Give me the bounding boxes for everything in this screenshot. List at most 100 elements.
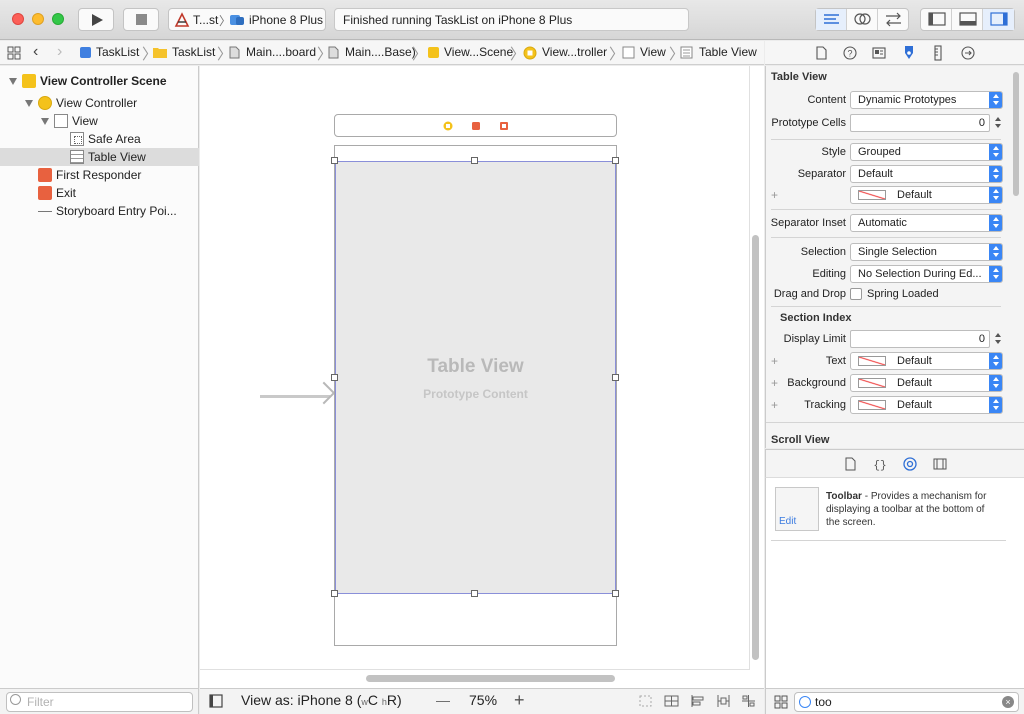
file-inspector-icon[interactable] xyxy=(813,45,829,61)
version-editor-button[interactable] xyxy=(878,9,909,30)
jumpbar-item-base[interactable]: Main....Base) xyxy=(345,45,416,59)
toggle-utilities-button[interactable] xyxy=(983,9,1014,30)
embed-in-stack-icon[interactable] xyxy=(638,694,653,708)
resize-handle[interactable] xyxy=(471,590,478,597)
outline-row-table-view[interactable]: Table View xyxy=(0,148,199,166)
display-limit-stepper[interactable] xyxy=(993,330,1003,348)
outline-row-exit[interactable]: Exit xyxy=(0,184,199,202)
outline-row-first-responder[interactable]: First Responder xyxy=(0,166,199,184)
spring-loaded-checkbox[interactable] xyxy=(850,288,862,300)
update-frames-icon[interactable] xyxy=(664,694,679,708)
grid-view-icon[interactable] xyxy=(774,695,788,709)
prototype-cells-field[interactable]: 0 xyxy=(850,114,990,132)
related-items-grid-icon[interactable] xyxy=(7,46,21,60)
forward-arrow-icon[interactable]: › xyxy=(57,43,62,61)
selection-popup[interactable]: Single Selection xyxy=(850,243,1003,261)
resize-handle[interactable] xyxy=(612,157,619,164)
jumpbar-item-view[interactable]: View xyxy=(640,45,666,59)
jumpbar-item-group[interactable]: TaskList xyxy=(172,45,215,59)
add-constraints-icon[interactable] xyxy=(716,694,731,708)
canvas-horizontal-scrollbar[interactable] xyxy=(366,675,615,682)
assistant-editor-button[interactable] xyxy=(847,9,878,30)
jumpbar-item-storyboard[interactable]: Main....board xyxy=(246,45,316,59)
first-responder-cube-icon[interactable] xyxy=(471,121,481,131)
index-tracking-color-popup[interactable]: Default xyxy=(850,396,1003,414)
outline-label: View xyxy=(72,114,98,128)
outline-row-scene[interactable]: View Controller Scene xyxy=(0,72,199,90)
disclosure-triangle-icon[interactable] xyxy=(25,100,33,107)
index-background-color-popup[interactable]: Default xyxy=(850,374,1003,392)
edit-link[interactable]: Edit xyxy=(779,516,796,527)
outline-row-safe-area[interactable]: Safe Area xyxy=(0,130,199,148)
scheme-selector[interactable]: T...st 〉 iPhone 8 Plus xyxy=(168,8,326,31)
content-value: Dynamic Prototypes xyxy=(858,94,957,106)
run-button[interactable] xyxy=(78,8,114,31)
clear-filter-icon[interactable]: × xyxy=(1002,696,1014,708)
resize-handle[interactable] xyxy=(331,374,338,381)
table-view-placeholder[interactable]: Table View Prototype Content xyxy=(335,161,616,594)
minimize-window-button[interactable] xyxy=(32,13,44,25)
separator-inset-popup[interactable]: Automatic xyxy=(850,214,1003,232)
style-popup[interactable]: Grouped xyxy=(850,143,1003,161)
index-text-color-popup[interactable]: Default xyxy=(850,352,1003,370)
jumpbar-item-scene[interactable]: View...Scene xyxy=(444,45,513,59)
library-item-name: Toolbar xyxy=(826,491,862,502)
outline-row-view[interactable]: View xyxy=(0,112,199,130)
toggle-navigator-button[interactable] xyxy=(921,9,952,30)
zoom-out-button[interactable]: — xyxy=(436,692,450,708)
separator-popup[interactable]: Default xyxy=(850,165,1003,183)
standard-editor-button[interactable] xyxy=(816,9,847,30)
view-controller-icon[interactable] xyxy=(443,121,453,131)
size-inspector-icon[interactable] xyxy=(930,45,946,61)
popup-arrows-icon xyxy=(989,266,1002,282)
resize-handle[interactable] xyxy=(471,157,478,164)
connections-inspector-icon[interactable] xyxy=(960,45,976,61)
disclosure-triangle-icon[interactable] xyxy=(9,78,17,85)
prototype-cells-stepper[interactable] xyxy=(993,114,1003,132)
view-as-device-button[interactable]: View as: iPhone 8 (wC hR) xyxy=(241,692,402,708)
add-variation-button[interactable]: + xyxy=(771,188,778,202)
resize-handle[interactable] xyxy=(612,374,619,381)
close-window-button[interactable] xyxy=(12,13,24,25)
outline-row-entry-point[interactable]: Storyboard Entry Poi... xyxy=(0,202,199,220)
inspector-scrollbar[interactable] xyxy=(1013,72,1019,196)
jumpbar-item-table-view[interactable]: Table View xyxy=(699,45,757,59)
stop-button[interactable] xyxy=(123,8,159,31)
canvas-bottom-bar: View as: iPhone 8 (wC hR) — 75% + xyxy=(200,688,764,714)
code-snippets-icon[interactable]: {} xyxy=(873,457,887,471)
editing-popup[interactable]: No Selection During Ed... xyxy=(850,265,1003,283)
back-arrow-icon[interactable]: ‹ xyxy=(33,43,38,61)
outline-filter-input[interactable]: Filter xyxy=(6,692,193,712)
jumpbar-item-project[interactable]: TaskList xyxy=(96,45,139,59)
outline-label: Storyboard Entry Poi... xyxy=(56,204,177,218)
divider xyxy=(766,422,1024,423)
content-popup[interactable]: Dynamic Prototypes xyxy=(850,91,1003,109)
resize-handle[interactable] xyxy=(331,157,338,164)
identity-inspector-icon[interactable] xyxy=(871,45,887,61)
library-filter-input[interactable]: too × xyxy=(794,692,1019,712)
object-library-icon[interactable] xyxy=(903,457,917,471)
attributes-inspector-icon[interactable] xyxy=(901,45,917,61)
disclosure-triangle-icon[interactable] xyxy=(41,118,49,125)
quick-help-icon[interactable]: ? xyxy=(842,45,858,61)
jumpbar-item-controller[interactable]: View...troller xyxy=(542,45,607,59)
resolve-issues-icon[interactable] xyxy=(741,694,756,708)
hide-outline-icon[interactable] xyxy=(209,694,223,708)
zoom-window-button[interactable] xyxy=(52,13,64,25)
table-view-icon xyxy=(70,150,84,164)
color-swatch xyxy=(858,378,886,388)
resize-handle[interactable] xyxy=(331,590,338,597)
zoom-in-button[interactable]: + xyxy=(514,690,525,711)
toggle-debug-area-button[interactable] xyxy=(952,9,983,30)
file-templates-icon[interactable] xyxy=(843,457,857,471)
align-icon[interactable] xyxy=(690,694,705,708)
outline-row-view-controller[interactable]: View Controller xyxy=(0,94,199,112)
zoom-level[interactable]: 75% xyxy=(469,692,497,708)
separator-color-popup[interactable]: Default xyxy=(850,186,1003,204)
canvas-vertical-scrollbar[interactable] xyxy=(752,235,759,660)
resize-handle[interactable] xyxy=(612,590,619,597)
exit-icon[interactable] xyxy=(499,121,509,131)
library-filter-bar: too × xyxy=(765,688,1024,714)
media-library-icon[interactable] xyxy=(933,457,947,471)
display-limit-field[interactable]: 0 xyxy=(850,330,990,348)
